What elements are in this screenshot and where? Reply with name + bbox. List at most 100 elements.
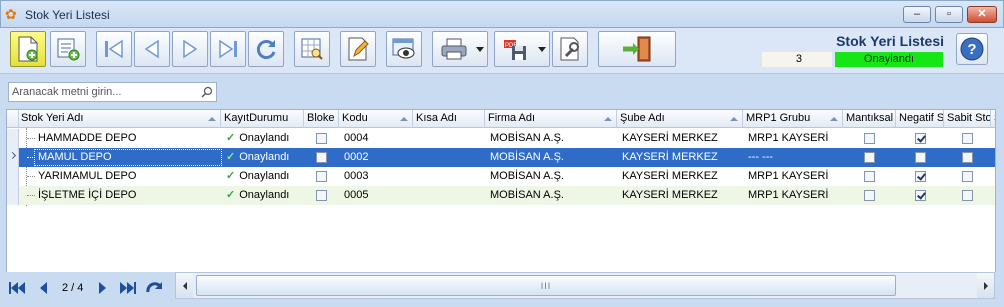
- tree-connector: [27, 176, 35, 177]
- sabit-checkbox[interactable]: [962, 171, 973, 182]
- search-input[interactable]: [12, 85, 197, 99]
- tools-button[interactable]: [552, 31, 588, 67]
- column-header-stok-yeri-adi[interactable]: Stok Yeri Adı: [19, 110, 221, 128]
- bloke-checkbox[interactable]: [316, 171, 327, 182]
- first-record-icon: [105, 39, 123, 59]
- next-page-button[interactable]: [96, 280, 110, 296]
- last-page-button[interactable]: [118, 280, 138, 296]
- table-row[interactable]: İŞLETME İÇİ DEPO ✓ Onaylandı 0005 MOBİSAN…: [7, 186, 995, 205]
- bloke-checkbox[interactable]: [316, 152, 327, 163]
- next-page-icon: [99, 282, 106, 294]
- cell-sabit: [944, 129, 991, 148]
- cell-negatif: [896, 186, 944, 205]
- cell-sube-adi: KAYSERİ MERKEZ: [622, 170, 718, 182]
- cell-sube-adi: KAYSERİ MERKEZ: [622, 132, 718, 144]
- negatif-checkbox[interactable]: [914, 152, 926, 163]
- cell-negatif: [896, 167, 944, 186]
- mantiksal-checkbox[interactable]: [864, 133, 875, 144]
- chevron-down-icon: [476, 47, 484, 52]
- previous-page-button[interactable]: [36, 280, 50, 296]
- last-record-button[interactable]: [210, 31, 246, 67]
- help-button[interactable]: ?: [956, 33, 988, 65]
- view-icon: [392, 38, 415, 59]
- pdf-export-button[interactable]: PDF: [494, 31, 550, 67]
- sort-ascending-icon: [730, 117, 738, 121]
- column-header-bloke[interactable]: Bloke: [304, 110, 339, 128]
- sabit-checkbox[interactable]: [962, 190, 973, 201]
- last-page-icon: [120, 282, 136, 294]
- column-header-negatif[interactable]: Negatif S: [896, 110, 944, 128]
- bloke-checkbox[interactable]: [316, 190, 327, 201]
- navigation-bar: 2 / 4 III: [0, 272, 1004, 307]
- exit-icon: [623, 36, 651, 62]
- negatif-checkbox[interactable]: [914, 133, 926, 144]
- sabit-checkbox[interactable]: [962, 152, 973, 163]
- horizontal-scrollbar[interactable]: III: [175, 272, 995, 299]
- cell-firma-adi: MOBİSAN A.Ş.: [490, 189, 564, 201]
- sort-ascending-icon: [604, 117, 612, 121]
- search-field[interactable]: [8, 82, 217, 102]
- page-title: Stok Yeri Listesi: [836, 33, 944, 49]
- cell-mrp1-grubu: MRP1 KAYSERİ: [748, 189, 829, 201]
- column-header-sube-adi[interactable]: Şube Adı: [617, 110, 743, 128]
- cell-kisa-adi: [415, 148, 485, 167]
- edit-button[interactable]: [340, 31, 376, 67]
- cell-firma-adi: MOBİSAN A.Ş.: [490, 132, 564, 144]
- new-record-button[interactable]: [10, 31, 46, 67]
- close-button[interactable]: ✕: [967, 6, 997, 23]
- column-header-mrp1-grubu[interactable]: MRP1 Grubu: [743, 110, 843, 128]
- row-indicator-header: [7, 110, 19, 128]
- search-icon[interactable]: [201, 86, 213, 101]
- mantiksal-checkbox[interactable]: [864, 171, 875, 182]
- cell-mantiksal: [843, 186, 896, 205]
- column-header-firma-adi[interactable]: Firma Adı: [485, 110, 617, 128]
- next-record-button[interactable]: [172, 31, 208, 67]
- cell-sabit: [944, 186, 991, 205]
- sort-ascending-icon: [400, 117, 408, 121]
- row-indicator: [7, 167, 19, 186]
- scroll-right-button[interactable]: [977, 273, 994, 298]
- first-page-icon: [9, 282, 25, 294]
- first-record-button[interactable]: [96, 31, 132, 67]
- column-header-sabit[interactable]: Sabit Sto: [944, 110, 991, 128]
- cell-mrp1-grubu: MRP1 KAYSERİ: [748, 132, 829, 144]
- sabit-checkbox[interactable]: [962, 133, 973, 144]
- cell-stok-yeri-adi: HAMMADDE DEPO: [38, 132, 137, 144]
- column-header-kisa-adi[interactable]: Kısa Adı: [413, 110, 485, 128]
- first-page-button[interactable]: [7, 280, 27, 296]
- refresh-button[interactable]: [248, 31, 284, 67]
- column-header-kodu[interactable]: Kodu: [339, 110, 413, 128]
- table-row[interactable]: HAMMADDE DEPO ✓ Onaylandı 0004 MOBİSAN A.…: [7, 129, 995, 148]
- data-grid[interactable]: Stok Yeri Adı KayıtDurumu Bloke Kodu Kıs…: [6, 109, 996, 273]
- add-row-button[interactable]: [50, 31, 86, 67]
- cell-sube-adi: KAYSERİ MERKEZ: [622, 189, 718, 201]
- chevron-left-icon: [182, 281, 187, 290]
- view-button[interactable]: [386, 31, 422, 67]
- exit-button[interactable]: [598, 31, 676, 67]
- column-header-mantiksal[interactable]: Mantıksal: [843, 110, 896, 128]
- mantiksal-checkbox[interactable]: [864, 190, 875, 201]
- scroll-left-button[interactable]: [176, 273, 193, 298]
- table-row-selected[interactable]: MAMUL DEPO ✓ Onaylandı 0002 MOBİSAN A.Ş. …: [7, 148, 995, 167]
- print-button[interactable]: [432, 31, 488, 67]
- previous-record-icon: [144, 39, 159, 59]
- maximize-button[interactable]: ▫: [935, 6, 963, 23]
- mantiksal-checkbox[interactable]: [864, 152, 875, 163]
- bloke-checkbox[interactable]: [316, 133, 327, 144]
- tree-connector: [27, 138, 35, 139]
- refresh-page-button[interactable]: [144, 280, 166, 296]
- preview-grid-button[interactable]: [294, 31, 330, 67]
- negatif-checkbox[interactable]: [914, 171, 926, 182]
- table-row[interactable]: YARIMAMUL DEPO ✓ Onaylandı 0003 MOBİSAN A…: [7, 167, 995, 186]
- previous-record-button[interactable]: [134, 31, 170, 67]
- cell-kayit-durumu: ✓ Onaylandı: [226, 151, 290, 163]
- minimize-button[interactable]: –: [903, 6, 931, 23]
- column-header-s[interactable]: S: [991, 110, 995, 128]
- print-icon: [441, 38, 467, 60]
- scrollbar-thumb[interactable]: III: [196, 275, 896, 296]
- column-header-kayit-durumu[interactable]: KayıtDurumu: [221, 110, 304, 128]
- new-record-icon: [18, 36, 38, 62]
- negatif-checkbox[interactable]: [914, 190, 926, 201]
- preview-grid-icon: [301, 38, 323, 60]
- sort-ascending-icon: [208, 117, 216, 121]
